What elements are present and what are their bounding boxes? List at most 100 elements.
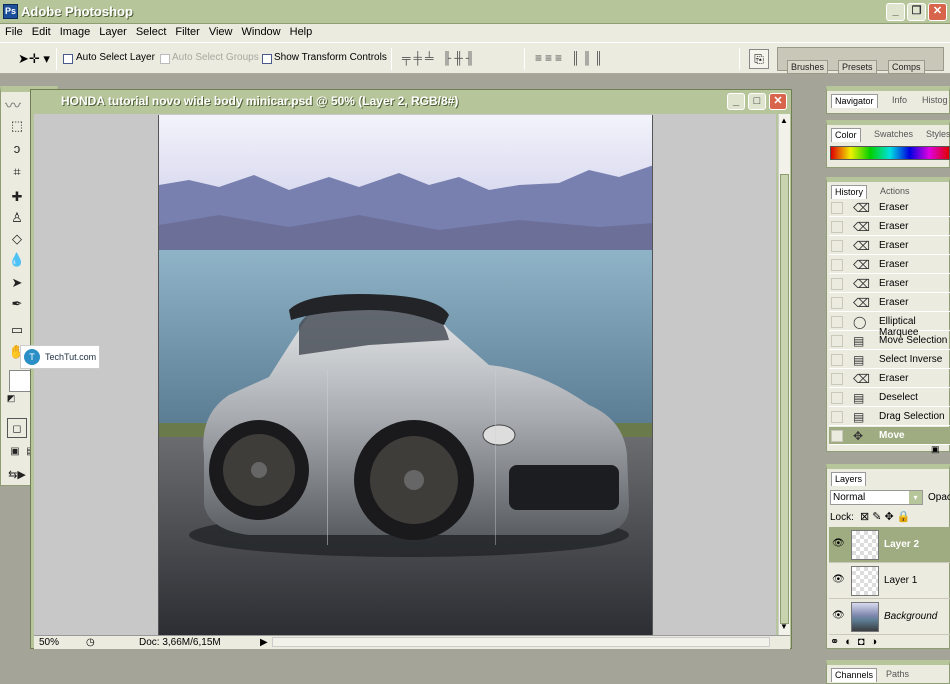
tab-info[interactable]: Info	[889, 94, 910, 108]
history-item[interactable]: ▤ Deselect	[829, 389, 950, 407]
history-item[interactable]: ⌫ Eraser	[829, 275, 950, 293]
opacity-label: Opac	[928, 492, 950, 503]
tab-paths[interactable]: Paths	[883, 668, 912, 682]
tab-navigator[interactable]: Navigator	[831, 94, 878, 108]
history-delete-icon[interactable]: ▣	[931, 444, 940, 455]
history-source-checkbox[interactable]	[831, 335, 843, 347]
history-item[interactable]: ▤ Move Selection	[829, 332, 950, 350]
history-source-checkbox[interactable]	[831, 221, 843, 233]
navigator-panel: Navigator Info Histog	[826, 86, 950, 114]
status-menu-icon[interactable]: ◷	[86, 637, 95, 648]
menu-image[interactable]: Image	[55, 24, 95, 38]
zoom-level[interactable]: 50%	[39, 637, 59, 648]
default-colors-icon[interactable]: ◩	[5, 392, 17, 404]
tab-actions[interactable]: Actions	[877, 185, 913, 199]
notes-tool-icon[interactable]: ▭	[7, 320, 27, 340]
menu-file[interactable]: File	[0, 24, 27, 38]
history-item[interactable]: ⌫ Eraser	[829, 294, 950, 312]
history-item[interactable]: ▤ Drag Selection	[829, 408, 950, 426]
restore-button[interactable]: ❐	[907, 3, 926, 21]
tab-layers[interactable]: Layers	[831, 472, 867, 486]
doc-restore-button[interactable]: □	[748, 93, 766, 110]
document-image[interactable]	[158, 115, 653, 635]
history-source-checkbox[interactable]	[831, 278, 843, 290]
blur-tool-icon[interactable]: 💧	[7, 250, 27, 270]
history-item[interactable]: ⌫ Eraser	[829, 370, 950, 388]
well-tab-comps[interactable]: Comps	[888, 60, 925, 74]
menu-edit[interactable]: Edit	[27, 24, 55, 38]
history-source-checkbox[interactable]	[831, 202, 843, 214]
history-source-checkbox[interactable]	[831, 392, 843, 404]
tab-swatches[interactable]: Swatches	[871, 128, 916, 142]
menu-window[interactable]: Window	[237, 24, 285, 38]
menu-layer[interactable]: Layer	[94, 24, 131, 38]
vertical-scrollbar[interactable]: ▲ ▼	[778, 114, 790, 635]
history-source-checkbox[interactable]	[831, 297, 843, 309]
clone-stamp-tool-icon[interactable]: ♙	[7, 208, 27, 228]
visibility-eye-icon[interactable]: 👁	[832, 610, 845, 621]
history-source-checkbox[interactable]	[831, 373, 843, 385]
layer-row[interactable]: 👁 Background	[829, 599, 950, 635]
history-source-checkbox[interactable]	[831, 240, 843, 252]
tab-history[interactable]: History	[831, 185, 868, 199]
layer-actions-icons[interactable]: ⚭◐◘◑	[830, 635, 883, 648]
layer-thumbnail	[851, 566, 879, 596]
well-tab-presets[interactable]: Presets	[838, 60, 877, 74]
healing-brush-tool-icon[interactable]: ✚	[7, 187, 27, 207]
menu-help[interactable]: Help	[285, 24, 317, 38]
auto-select-groups-label: Auto Select Groups	[172, 52, 259, 63]
jump-to-imageready-icon[interactable]: ⇆▶	[7, 465, 27, 485]
menu-view[interactable]: View	[204, 24, 237, 38]
align-buttons-icon[interactable]: ╤╪╧ ╟╫╢	[402, 51, 477, 65]
history-item[interactable]: ⌫ Eraser	[829, 218, 950, 236]
history-source-checkbox[interactable]	[831, 430, 843, 442]
lasso-tool-icon[interactable]: ↄ	[7, 139, 27, 159]
distribute-buttons-icon[interactable]: ≡≡≡ ║║║	[535, 51, 606, 65]
pen-tool-icon[interactable]: ✒	[7, 294, 27, 314]
minimize-button[interactable]: _	[886, 3, 905, 21]
history-item[interactable]: ◯ Elliptical Marquee	[829, 313, 950, 338]
close-button[interactable]: ✕	[928, 3, 947, 21]
tab-channels[interactable]: Channels	[831, 668, 878, 682]
layer-row[interactable]: 👁 Layer 1	[829, 563, 950, 599]
history-source-checkbox[interactable]	[831, 259, 843, 271]
move-tool-preset-icon[interactable]: ➤✛ ▾	[18, 51, 50, 67]
history-item-active[interactable]: ✥ Move	[829, 427, 950, 445]
crop-tool-icon[interactable]: ⌗	[7, 162, 27, 182]
doc-minimize-button[interactable]: _	[727, 93, 745, 110]
doc-close-button[interactable]: ✕	[769, 93, 787, 110]
menu-filter[interactable]: Filter	[170, 24, 203, 38]
menu-select[interactable]: Select	[131, 24, 171, 38]
history-item[interactable]: ⌫ Eraser	[829, 199, 950, 217]
visibility-eye-icon[interactable]: 👁	[832, 574, 845, 585]
lock-icons[interactable]: ⊠ ✎ ✥ 🔒	[860, 510, 911, 523]
scroll-down-icon[interactable]: ▼	[780, 622, 788, 631]
path-selection-tool-icon[interactable]: ➤	[7, 273, 27, 293]
scroll-up-icon[interactable]: ▲	[780, 116, 788, 125]
history-item[interactable]: ⌫ Eraser	[829, 256, 950, 274]
blend-mode-select[interactable]: Normal ▾	[830, 490, 923, 505]
auto-select-layer-checkbox[interactable]	[63, 54, 73, 64]
history-item[interactable]: ⌫ Eraser	[829, 237, 950, 255]
layer-row-active[interactable]: 👁 Layer 2	[829, 527, 950, 563]
history-source-checkbox[interactable]	[831, 354, 843, 366]
horizontal-scrollbar[interactable]	[272, 637, 770, 647]
canvas-area[interactable]	[34, 114, 776, 635]
well-tab-brushes[interactable]: Brushes	[787, 60, 829, 74]
tab-histogram[interactable]: Histog	[919, 94, 950, 108]
visibility-eye-icon[interactable]: 👁	[832, 538, 845, 549]
scroll-thumb[interactable]	[780, 174, 789, 624]
file-browser-icon[interactable]: ⎘	[749, 49, 769, 69]
marquee-tool-icon[interactable]: ⬚	[7, 116, 27, 136]
status-arrow-icon[interactable]: ▶	[260, 637, 268, 648]
standard-mode-icon[interactable]: ◻	[7, 418, 27, 438]
chevron-down-icon[interactable]: ▾	[909, 491, 922, 504]
history-source-checkbox[interactable]	[831, 316, 843, 328]
tab-color[interactable]: Color	[831, 128, 861, 142]
eraser-tool-icon[interactable]: ◇	[7, 229, 27, 249]
show-transform-controls-checkbox[interactable]	[262, 54, 272, 64]
tab-styles[interactable]: Styles	[923, 128, 950, 142]
history-source-checkbox[interactable]	[831, 411, 843, 423]
history-item[interactable]: ▤ Select Inverse	[829, 351, 950, 369]
color-spectrum-ramp[interactable]	[830, 146, 950, 160]
